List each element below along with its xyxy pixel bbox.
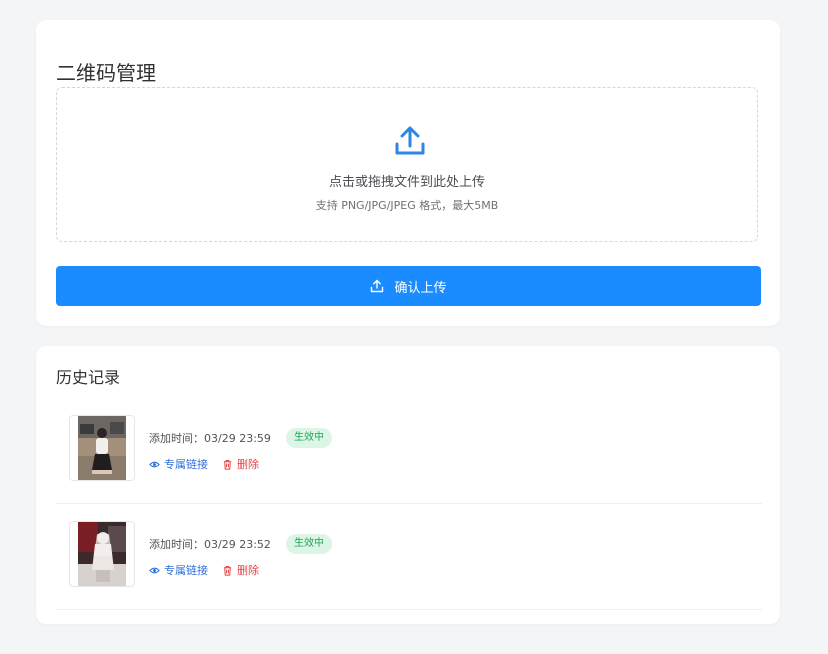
eye-icon	[149, 567, 160, 573]
delete-label: 删除	[237, 458, 259, 471]
qr-thumbnail[interactable]	[69, 415, 135, 481]
exclusive-link-label: 专属链接	[164, 564, 208, 577]
thumbnail-image	[78, 416, 126, 480]
history-card: 历史记录 添加时间：03/29 23:59 生效中 专属链接 删除 添加时间：0…	[36, 346, 780, 624]
qr-thumbnail[interactable]	[69, 521, 135, 587]
history-title: 历史记录	[56, 368, 121, 387]
dropzone-primary-text: 点击或拖拽文件到此处上传	[328, 175, 485, 190]
upload-card: 二维码管理 点击或拖拽文件到此处上传 支持 PNG/JPG/JPEG 格式，最大…	[36, 20, 780, 326]
confirm-upload-button[interactable]: 确认上传	[56, 266, 761, 306]
confirm-upload-label: 确认上传	[394, 280, 447, 296]
status-badge: 生效中	[286, 534, 332, 554]
trash-icon	[223, 565, 232, 576]
upload-dropzone[interactable]: 点击或拖拽文件到此处上传 支持 PNG/JPG/JPEG 格式，最大5MB	[56, 87, 758, 242]
eye-icon	[149, 461, 160, 467]
thumbnail-image	[78, 522, 126, 586]
trash-icon	[223, 459, 232, 470]
record-time: 添加时间：03/29 23:59	[149, 432, 271, 445]
delete-button[interactable]: 删除	[222, 456, 259, 472]
upload-icon	[395, 126, 425, 155]
record-actions: 专属链接 删除	[149, 562, 259, 578]
page-title: 二维码管理	[56, 61, 156, 85]
status-badge: 生效中	[286, 428, 332, 448]
dropzone-hint-text: 支持 PNG/JPG/JPEG 格式，最大5MB	[315, 199, 499, 212]
exclusive-link-label: 专属链接	[164, 458, 208, 471]
record-actions: 专属链接 删除	[149, 456, 259, 472]
delete-label: 删除	[237, 564, 259, 577]
upload-icon	[371, 279, 384, 293]
exclusive-link-button[interactable]: 专属链接	[149, 456, 208, 472]
history-record: 添加时间：03/29 23:52 生效中 专属链接 删除	[56, 504, 762, 610]
record-time: 添加时间：03/29 23:52	[149, 538, 271, 551]
exclusive-link-button[interactable]: 专属链接	[149, 562, 208, 578]
delete-button[interactable]: 删除	[222, 562, 259, 578]
history-record: 添加时间：03/29 23:59 生效中 专属链接 删除	[56, 398, 762, 504]
